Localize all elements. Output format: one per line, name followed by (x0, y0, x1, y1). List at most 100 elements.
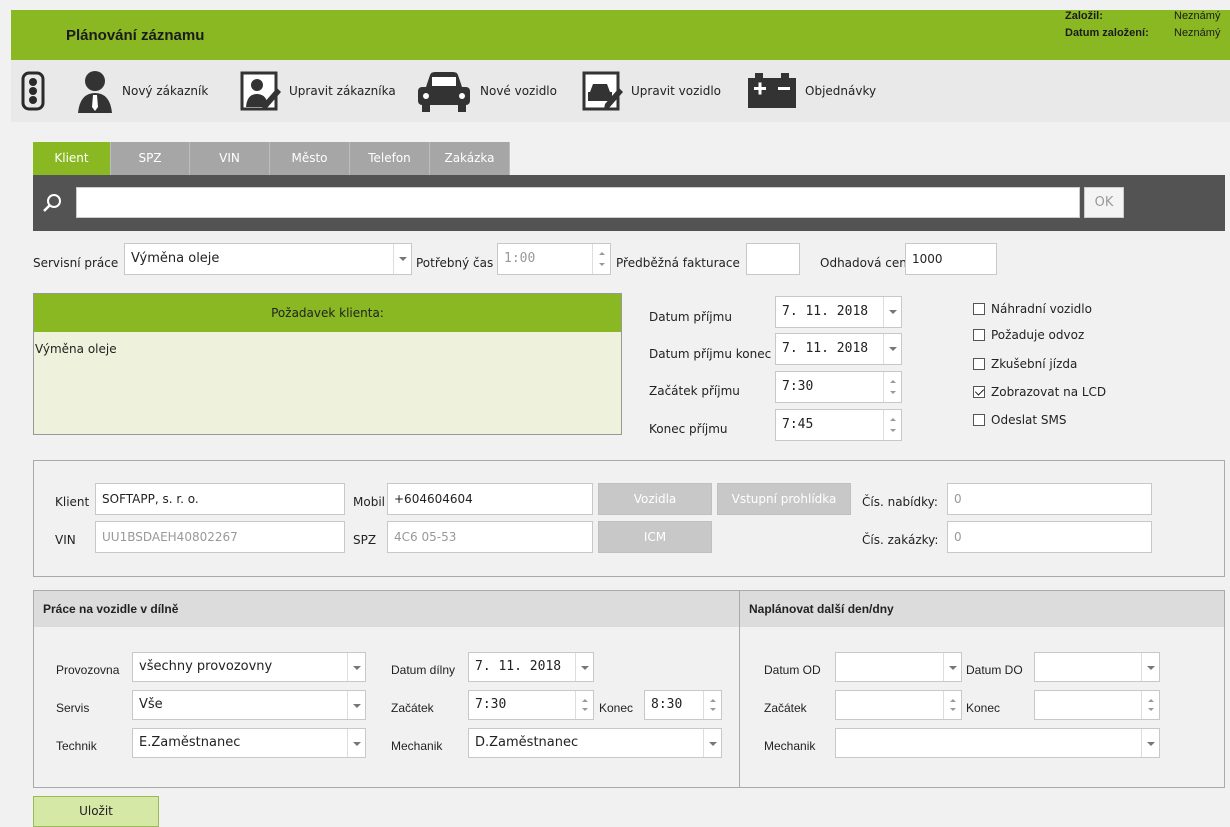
chevron-down-icon[interactable] (1141, 729, 1159, 757)
date-from-label: Datum OD (764, 663, 821, 677)
checkbox-requires-pickup[interactable]: Požaduje odvoz (973, 328, 1084, 342)
time-label: Potřebný čas (416, 256, 494, 270)
checkbox-label: Odeslat SMS (991, 413, 1067, 427)
stepper-icon[interactable] (943, 691, 961, 719)
next-start-label: Začátek (764, 701, 807, 715)
mobile-label: Mobil (353, 495, 385, 509)
invoice-field[interactable] (746, 243, 800, 275)
search-input[interactable] (76, 187, 1080, 218)
search-tabs: Klient SPZ VIN Město Telefon Zakázka (33, 142, 510, 175)
toolbar: Nový zákazník Upravit zákazníka Nové voz… (11, 60, 1230, 122)
order-number-label: Čís. zakázky: (862, 533, 939, 547)
next-mechanic-select[interactable] (835, 728, 1160, 758)
next-start-stepper[interactable] (835, 690, 962, 720)
stepper-icon[interactable] (592, 244, 610, 274)
vin-field[interactable]: UU1BSDAEH40802267 (95, 521, 345, 553)
chevron-down-icon[interactable] (883, 334, 901, 364)
stepper-icon[interactable] (575, 691, 593, 719)
new-vehicle-label: Nové vozidlo (480, 84, 557, 98)
client-field[interactable]: SOFTAPP, s. r. o. (95, 483, 345, 515)
intake-start-stepper[interactable]: 7:30 (775, 371, 902, 403)
workshop-end-label: Konec (599, 701, 634, 715)
stepper-icon[interactable] (1141, 691, 1159, 719)
intake-end-stepper[interactable]: 7:45 (775, 409, 902, 441)
tab-vin[interactable]: VIN (190, 142, 270, 175)
mobile-field[interactable]: +604604604 (387, 483, 593, 515)
checkbox-label: Požaduje odvoz (991, 328, 1085, 342)
checkbox-test-drive[interactable]: Zkušební jízda (973, 357, 1077, 371)
checkbox-label: Náhradní vozidlo (991, 302, 1092, 316)
workshop-date-picker[interactable]: 7. 11. 2018 (468, 652, 594, 682)
intake-date-end-label: Datum příjmu konec (649, 347, 772, 361)
price-field[interactable]: 1000 (905, 243, 997, 275)
intake-date-end-picker[interactable]: 7. 11. 2018 (775, 333, 902, 365)
chevron-down-icon[interactable] (943, 653, 961, 681)
date-from-picker[interactable] (835, 652, 962, 682)
chevron-down-icon[interactable] (883, 297, 901, 327)
tab-phone[interactable]: Telefon (350, 142, 430, 175)
checkbox-icon[interactable] (973, 329, 985, 341)
checkbox-show-lcd[interactable]: Zobrazovat na LCD (973, 385, 1106, 399)
intake-date-picker[interactable]: 7. 11. 2018 (775, 296, 902, 328)
stepper-icon[interactable] (883, 410, 901, 440)
workshop-start-stepper[interactable]: 7:30 (468, 690, 594, 720)
branch-select[interactable]: všechny provozovny (132, 652, 366, 682)
orders-button[interactable]: Objednávky (747, 68, 876, 114)
car-icon (418, 72, 470, 112)
chevron-down-icon[interactable] (393, 244, 411, 274)
branch-label: Provozovna (56, 663, 120, 677)
edit-person-icon (240, 71, 281, 111)
service-type-select[interactable]: Vše (132, 690, 366, 720)
chevron-down-icon[interactable] (575, 653, 593, 681)
chevron-down-icon[interactable] (347, 653, 365, 681)
new-vehicle-button[interactable]: Nové vozidlo (416, 68, 557, 114)
vehicles-button[interactable]: Vozidla (598, 483, 712, 515)
checkbox-icon[interactable] (973, 303, 985, 315)
spz-field[interactable]: 4C6 05-53 (387, 521, 593, 553)
technician-select[interactable]: E.Zaměstnanec (132, 728, 366, 758)
technician-value: E.Zaměstnanec (139, 735, 241, 750)
checkbox-replacement-vehicle[interactable]: Náhradní vozidlo (973, 302, 1092, 316)
client-request-box: Požadavek klienta: Výměna oleje (33, 293, 622, 435)
workshop-start-value: 7:30 (475, 697, 507, 712)
chevron-down-icon[interactable] (703, 729, 721, 757)
traffic-light-button[interactable] (20, 68, 46, 114)
save-button[interactable]: Uložit (33, 796, 159, 827)
checkbox-checked-icon[interactable] (973, 386, 985, 398)
order-number-field[interactable]: 0 (947, 521, 1152, 553)
checkbox-icon[interactable] (973, 414, 985, 426)
search-ok-button[interactable]: OK (1084, 187, 1124, 218)
workshop-start-label: Začátek (391, 701, 434, 715)
tab-city[interactable]: Město (270, 142, 350, 175)
offer-number-field[interactable]: 0 (947, 483, 1152, 515)
time-stepper[interactable]: 1:00 (497, 243, 611, 275)
date-to-picker[interactable] (1034, 652, 1160, 682)
edit-customer-button[interactable]: Upravit zákazníka (239, 68, 396, 114)
mechanic-select[interactable]: D.Zaměstnanec (468, 728, 722, 758)
workshop-date-label: Datum dílny (391, 663, 456, 677)
tab-client[interactable]: Klient (33, 142, 111, 175)
chevron-down-icon[interactable] (1141, 653, 1159, 681)
workshop-end-stepper[interactable]: 8:30 (644, 690, 722, 720)
workshop-date-value: 7. 11. 2018 (475, 659, 562, 674)
edit-vehicle-button[interactable]: Upravit vozidlo (581, 68, 721, 114)
person-icon (78, 71, 112, 113)
chevron-down-icon[interactable] (347, 729, 365, 757)
inspection-button[interactable]: Vstupní prohlídka (717, 483, 851, 515)
client-request-text[interactable]: Výměna oleje (34, 332, 621, 366)
new-customer-button[interactable]: Nový zákazník (76, 68, 208, 114)
tab-order[interactable]: Zakázka (430, 142, 510, 175)
service-select[interactable]: Výměna oleje (124, 243, 412, 275)
stepper-icon[interactable] (883, 372, 901, 402)
stepper-icon[interactable] (703, 691, 721, 719)
chevron-down-icon[interactable] (347, 691, 365, 719)
next-end-stepper[interactable] (1034, 690, 1160, 720)
checkbox-icon[interactable] (973, 358, 985, 370)
workshop-header: Práce na vozidle v dílně (34, 591, 739, 627)
mechanic-value: D.Zaměstnanec (475, 735, 579, 750)
branch-value: všechny provozovny (139, 659, 273, 674)
checkbox-send-sms[interactable]: Odeslat SMS (973, 413, 1067, 427)
icm-button[interactable]: ICM (598, 521, 712, 553)
tab-spz[interactable]: SPZ (111, 142, 190, 175)
scheduling-panel: Práce na vozidle v dílně Naplánovat dalš… (33, 590, 1225, 788)
